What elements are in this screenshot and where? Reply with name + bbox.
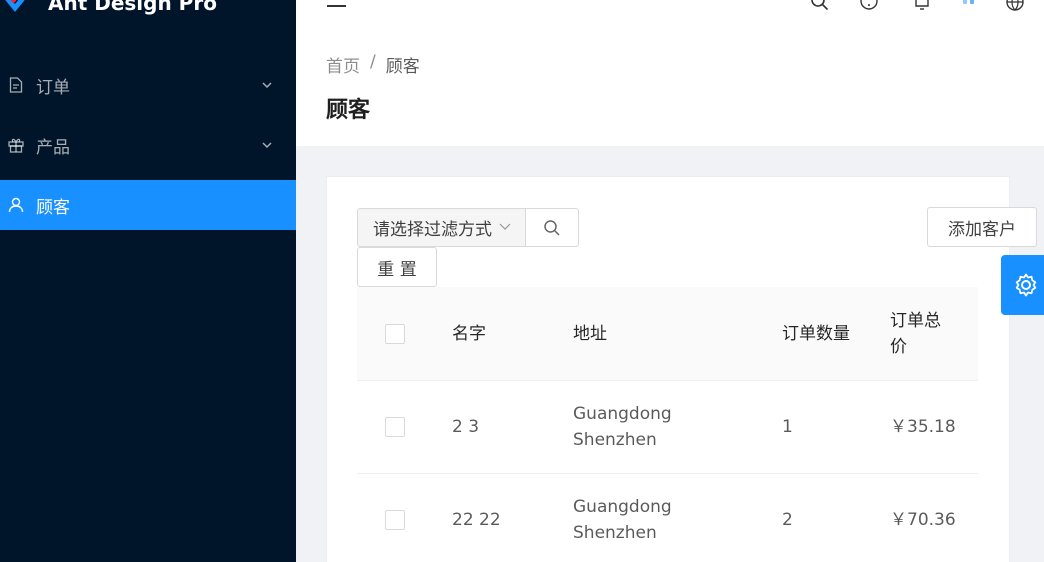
gift-icon	[8, 136, 24, 154]
cell-address: Guangdong Shenzhen	[573, 497, 672, 543]
search-icon	[544, 219, 560, 236]
avatar[interactable]	[960, 0, 980, 12]
file-icon	[8, 76, 24, 94]
breadcrumb-current: 顾客	[385, 57, 420, 77]
sidebar-item-products[interactable]: 产品	[0, 120, 296, 170]
logo[interactable]: Ant Design Pro	[0, 0, 217, 20]
top-header	[296, 0, 1044, 36]
sidebar-item-customers[interactable]: 顾客	[0, 180, 296, 230]
table-row[interactable]: 22 22 Guangdong Shenzhen 2 ￥70.36	[357, 474, 978, 562]
add-customer-button[interactable]: 添加客户	[927, 207, 1037, 247]
column-header-order-total[interactable]: 订单总价	[890, 308, 950, 360]
chevron-down-icon	[262, 82, 272, 89]
table-row[interactable]: 2 3 Guangdong Shenzhen 1 ￥35.18	[357, 381, 978, 474]
sidebar: Ant Design Pro 订单 产品 顾客	[0, 0, 296, 562]
reset-button[interactable]: 重 置	[357, 247, 437, 287]
globe-icon[interactable]	[1005, 0, 1025, 12]
cell-name: 22 22	[452, 510, 501, 530]
sidebar-item-label: 产品	[36, 137, 70, 158]
gear-icon	[1015, 273, 1037, 297]
question-icon[interactable]	[859, 0, 879, 12]
column-header-order-count[interactable]: 订单数量	[782, 321, 852, 347]
ant-design-logo-icon	[5, 0, 25, 12]
bell-icon[interactable]	[912, 0, 932, 12]
cell-order-total: ￥35.18	[890, 417, 956, 437]
cell-name: 2 3	[452, 417, 480, 437]
menu-fold-icon[interactable]	[326, 0, 346, 12]
row-checkbox[interactable]	[385, 417, 405, 437]
customers-table: 名字 地址 订单数量 订单总价 2 3 Guangdong Shenzhen 1…	[357, 287, 978, 562]
cell-order-total: ￥70.36	[890, 510, 956, 530]
cell-address: Guangdong Shenzhen	[573, 404, 672, 450]
column-header-address[interactable]: 地址	[573, 321, 693, 347]
page-header: 首页 / 顾客 顾客	[296, 36, 1044, 146]
cell-order-count: 1	[782, 417, 793, 437]
sidebar-item-label: 订单	[36, 77, 70, 98]
search-icon[interactable]	[810, 0, 830, 12]
search-button[interactable]	[525, 208, 579, 247]
table-header: 名字 地址 订单数量 订单总价	[357, 287, 978, 381]
sidebar-item-orders[interactable]: 订单	[0, 60, 296, 110]
breadcrumb: 首页 / 顾客	[326, 52, 420, 77]
breadcrumb-separator: /	[370, 52, 376, 72]
breadcrumb-home[interactable]: 首页	[326, 52, 360, 77]
chevron-down-icon	[262, 142, 272, 149]
settings-drawer-toggle[interactable]	[1001, 255, 1044, 315]
sidebar-item-label: 顾客	[36, 197, 70, 218]
chevron-down-icon	[499, 223, 511, 230]
column-header-name[interactable]: 名字	[452, 321, 486, 347]
select-all-checkbox[interactable]	[385, 323, 405, 344]
app-title: Ant Design Pro	[48, 0, 217, 15]
filter-select[interactable]: 请选择过滤方式	[357, 208, 526, 247]
cell-order-count: 2	[782, 510, 793, 530]
user-icon	[8, 196, 24, 214]
filter-select-placeholder: 请选择过滤方式	[373, 220, 492, 240]
page-title: 顾客	[326, 98, 371, 123]
row-checkbox[interactable]	[385, 510, 405, 530]
